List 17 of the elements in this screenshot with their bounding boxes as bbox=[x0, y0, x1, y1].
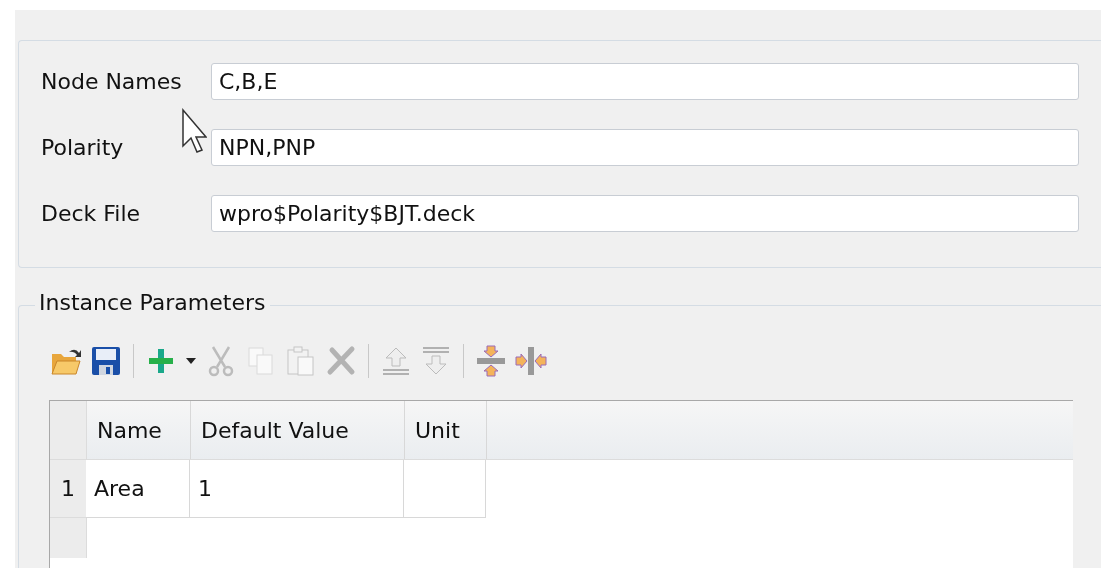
expand-icon[interactable] bbox=[514, 344, 548, 378]
field-label: Polarity bbox=[41, 135, 125, 160]
table-cell: Area bbox=[86, 460, 190, 518]
field-label: Node Names bbox=[41, 69, 183, 94]
text-field[interactable]: NPN,PNP bbox=[211, 129, 1079, 166]
column-header[interactable]: Name bbox=[87, 401, 191, 459]
text-field[interactable]: wpro$Polarity$BJT.deck bbox=[211, 195, 1079, 232]
text-field[interactable]: C,B,E bbox=[211, 63, 1079, 100]
collapse-icon[interactable] bbox=[474, 344, 508, 378]
save-icon[interactable] bbox=[89, 344, 123, 378]
column-header[interactable]: Default Value bbox=[191, 401, 405, 459]
row-number: 1 bbox=[50, 460, 86, 518]
table-cell: 1 bbox=[190, 460, 404, 518]
mouse-cursor-icon bbox=[181, 108, 207, 154]
column-header[interactable]: Unit bbox=[405, 401, 487, 459]
row-header bbox=[50, 518, 87, 558]
field-label: Deck File bbox=[41, 201, 142, 226]
